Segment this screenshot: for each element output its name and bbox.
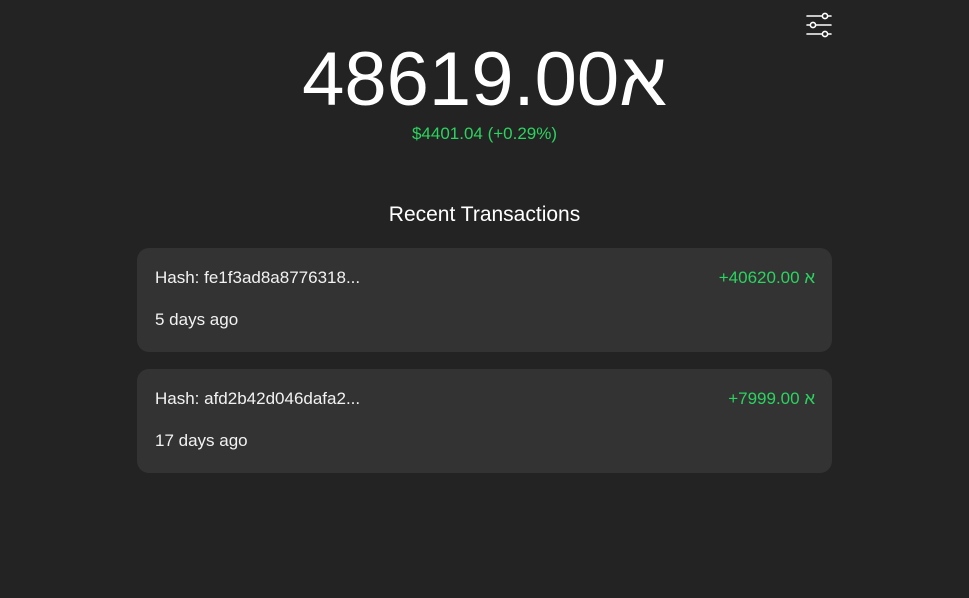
transaction-hash: Hash: afd2b42d046dafa2... bbox=[155, 389, 361, 408]
transaction-hash: Hash: fe1f3ad8a8776318... bbox=[155, 268, 361, 287]
transaction-list: Hash: fe1f3ad8a8776318... +40620.00 א 5 … bbox=[137, 248, 832, 490]
transaction-amount: +40620.00 א bbox=[718, 268, 815, 287]
balance-amount-text: א48619.00 bbox=[302, 37, 667, 122]
sliders-icon bbox=[805, 12, 832, 37]
wallet-page: א48619.00 $4401.04 (+0.29%) Recent Trans… bbox=[0, 0, 969, 598]
fiat-value: $4401.04 (+0.29%) bbox=[411, 124, 558, 143]
transaction-amount: +7999.00 א bbox=[728, 389, 815, 408]
transaction-time: 5 days ago bbox=[155, 310, 239, 329]
transaction-time: 17 days ago bbox=[155, 431, 248, 450]
settings-button[interactable] bbox=[803, 9, 834, 40]
transaction-card[interactable]: Hash: fe1f3ad8a8776318... +40620.00 א 5 … bbox=[137, 248, 832, 352]
recent-transactions-title: Recent Transactions bbox=[388, 203, 581, 226]
balance-amount: א48619.00 bbox=[0, 37, 969, 123]
transaction-card[interactable]: Hash: afd2b42d046dafa2... +7999.00 א 17 … bbox=[137, 369, 832, 473]
